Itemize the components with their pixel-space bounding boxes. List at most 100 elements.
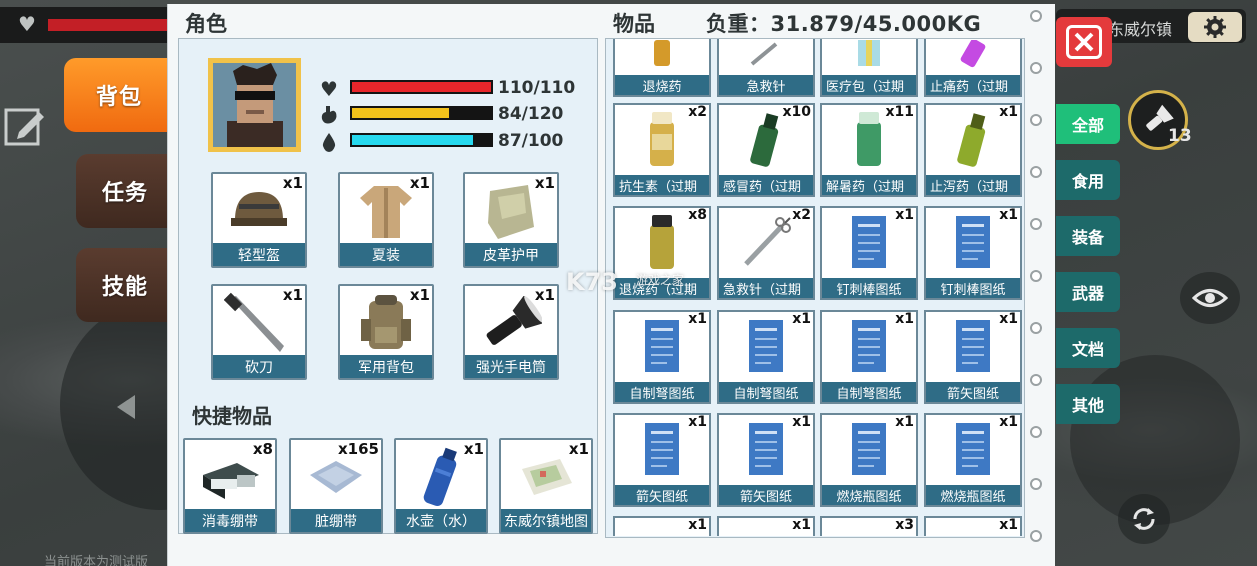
- equip-slot-armor[interactable]: x1 皮革护甲: [463, 172, 559, 268]
- thirst-bar-fill: [352, 135, 473, 145]
- item-count: x8: [688, 207, 707, 223]
- tab-quests[interactable]: 任务: [76, 154, 174, 228]
- category-tab[interactable]: 文档: [1056, 328, 1120, 368]
- carry-weight: 负重：31.879/45.000KG: [706, 12, 982, 36]
- item-label: 军用背包: [340, 355, 432, 378]
- item-count: x1: [688, 517, 707, 533]
- item-count: x1: [999, 207, 1018, 223]
- item-label: 燃烧瓶图纸: [822, 485, 916, 505]
- inventory-item[interactable]: x1 自制弩图纸: [717, 310, 815, 404]
- health-value: 110/110: [498, 78, 576, 98]
- item-label: 钉刺棒图纸: [926, 278, 1020, 298]
- item-count: x1: [409, 174, 430, 192]
- inventory-item[interactable]: x1 自制弩图纸: [613, 310, 711, 404]
- equip-slot-clothes[interactable]: x1 夏装: [338, 172, 434, 268]
- watermark-logo: K73: [566, 268, 618, 296]
- notebook-ring: [1030, 218, 1042, 230]
- inventory-item[interactable]: x2 抗生素（过期: [613, 103, 711, 197]
- item-count: x1: [895, 311, 914, 327]
- notebook-ring: [1030, 426, 1042, 438]
- first-aid-syringe-icon: [719, 39, 813, 69]
- hunger-bar: [350, 106, 493, 120]
- equip-slot-weapon[interactable]: x1 砍刀: [211, 284, 307, 380]
- category-tab[interactable]: 装备: [1056, 216, 1120, 256]
- inventory-item[interactable]: x1 钉刺棒图纸: [820, 206, 918, 300]
- item-count: x1: [688, 414, 707, 430]
- inventory-item[interactable]: x1 燃烧瓶图纸: [924, 413, 1022, 507]
- tab-skills[interactable]: 技能: [76, 248, 174, 322]
- item-count: x1: [999, 311, 1018, 327]
- category-tab[interactable]: 其他: [1056, 384, 1120, 424]
- inventory-item[interactable]: 医疗包（过期: [820, 39, 918, 97]
- item-count: x2: [688, 104, 707, 120]
- inventory-item[interactable]: x3: [820, 516, 918, 536]
- item-label: 自制弩图纸: [719, 382, 813, 402]
- item-label: 箭矢图纸: [615, 485, 709, 505]
- inventory-item[interactable]: x1: [924, 516, 1022, 536]
- inventory-item[interactable]: 止痛药（过期: [924, 39, 1022, 97]
- close-button[interactable]: [1056, 17, 1112, 67]
- item-count: x1: [999, 414, 1018, 430]
- item-label: 钉刺棒图纸: [822, 278, 916, 298]
- item-label: 强光手电筒: [465, 355, 557, 378]
- item-count: x1: [895, 414, 914, 430]
- notebook-ring: [1030, 114, 1042, 126]
- hunger-bar-fill: [352, 108, 450, 118]
- tab-backpack[interactable]: 背包: [64, 58, 174, 132]
- settings-button[interactable]: [1188, 12, 1242, 42]
- item-count: x1: [534, 286, 555, 304]
- item-label: 止泻药（过期: [926, 175, 1020, 195]
- inventory-item[interactable]: x10 感冒药（过期: [717, 103, 815, 197]
- hunger-value: 84/120: [498, 104, 564, 124]
- quick-slot-1[interactable]: x8 消毒绷带: [183, 438, 277, 534]
- view-toggle-button[interactable]: [1180, 272, 1240, 324]
- item-label: 感冒药（过期: [719, 175, 813, 195]
- quick-slot-3[interactable]: x1 水壶（水）: [394, 438, 488, 534]
- health-hud-bar: [48, 19, 168, 31]
- inventory-item[interactable]: x1 止泻药（过期: [924, 103, 1022, 197]
- health-bar: [350, 80, 493, 94]
- item-label: 消毒绷带: [185, 509, 275, 532]
- item-count: x1: [792, 414, 811, 430]
- item-count: x1: [688, 311, 707, 327]
- item-count: x1: [282, 174, 303, 192]
- notebook-ring: [1030, 374, 1042, 386]
- item-label: 箭矢图纸: [719, 485, 813, 505]
- eye-icon: [1192, 289, 1228, 307]
- inventory-item[interactable]: x1: [613, 516, 711, 536]
- avatar: [213, 63, 296, 147]
- quick-slot-2[interactable]: x165 脏绷带: [289, 438, 383, 534]
- inventory-item[interactable]: x1 自制弩图纸: [820, 310, 918, 404]
- item-count: x1: [999, 104, 1018, 120]
- item-count: x1: [282, 286, 303, 304]
- edit-note-icon[interactable]: [3, 104, 47, 148]
- inventory-item[interactable]: 急救针: [717, 39, 815, 97]
- item-label: 止痛药（过期: [926, 75, 1020, 95]
- inventory-item[interactable]: x1 燃烧瓶图纸: [820, 413, 918, 507]
- inventory-item[interactable]: x1 箭矢图纸: [924, 310, 1022, 404]
- category-tab[interactable]: 全部: [1056, 104, 1120, 144]
- category-tab[interactable]: 武器: [1056, 272, 1120, 312]
- category-tab[interactable]: 食用: [1056, 160, 1120, 200]
- inventory-item[interactable]: x1 钉刺棒图纸: [924, 206, 1022, 300]
- item-label: 解暑药（过期: [822, 175, 916, 195]
- notebook-ring: [1030, 270, 1042, 282]
- inventory-item[interactable]: x11 解暑药（过期: [820, 103, 918, 197]
- inventory-item[interactable]: x2 急救针（过期: [717, 206, 815, 300]
- inventory-item[interactable]: 退烧药: [613, 39, 711, 97]
- inventory-item[interactable]: x1: [717, 516, 815, 536]
- item-count: x10: [782, 104, 811, 120]
- equip-slot-flashlight[interactable]: x1 强光手电筒: [463, 284, 559, 380]
- equip-slot-backpack[interactable]: x1 军用背包: [338, 284, 434, 380]
- inventory-item[interactable]: x1 箭矢图纸: [613, 413, 711, 507]
- quick-slot-4[interactable]: x1 东威尔镇地图: [499, 438, 593, 534]
- item-count: x165: [338, 440, 379, 458]
- equip-slot-helmet[interactable]: x1 轻型盔: [211, 172, 307, 268]
- swap-weapon-button[interactable]: [1118, 494, 1170, 544]
- item-count: x11: [885, 104, 914, 120]
- item-label: 水壶（水）: [396, 509, 486, 532]
- item-label: 皮革护甲: [465, 243, 557, 266]
- item-label: 东威尔镇地图: [501, 509, 591, 532]
- item-label: 急救针: [719, 75, 813, 95]
- inventory-item[interactable]: x1 箭矢图纸: [717, 413, 815, 507]
